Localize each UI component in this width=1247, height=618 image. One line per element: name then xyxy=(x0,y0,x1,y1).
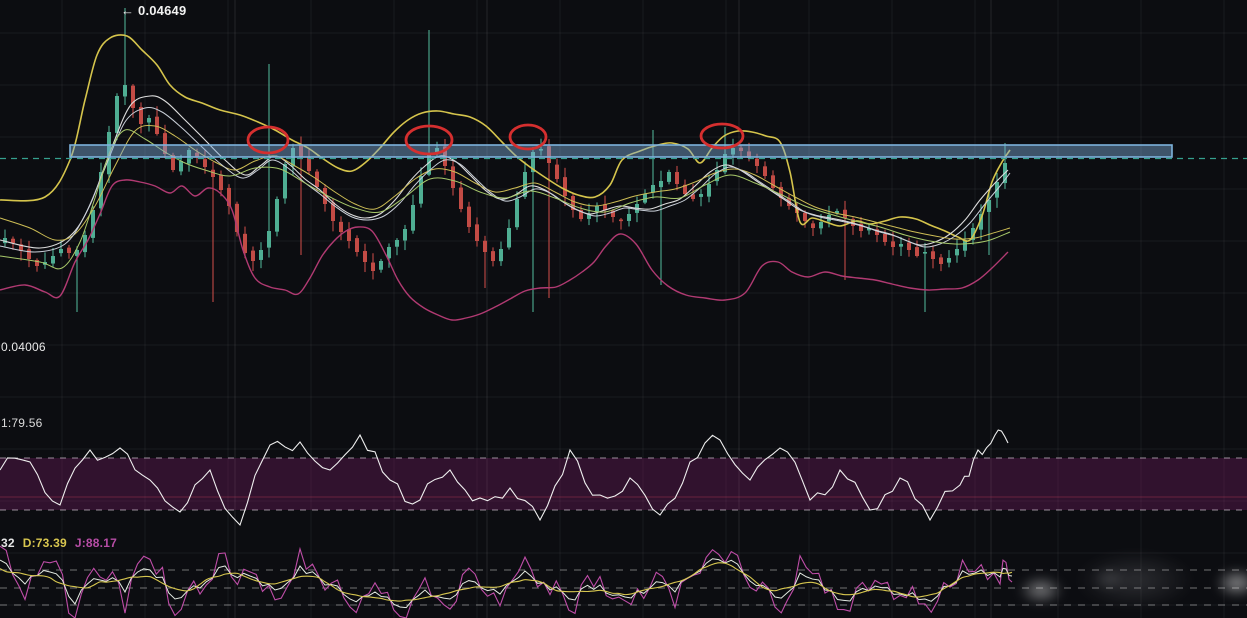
kdj-k-line xyxy=(0,558,1013,609)
grid-lines xyxy=(0,0,1247,618)
overlay-lines xyxy=(0,34,1011,321)
boll-mid-line xyxy=(0,95,1009,249)
ma-pale-line xyxy=(0,106,1011,253)
kdj-k-value: 32 xyxy=(1,536,15,550)
trading-chart-screenshot: ← 0.04649 0.04006 1:79.56 32 D:73.39 J:88.… xyxy=(0,0,1247,618)
kdj-value-labels: 32 D:73.39 J:88.17 xyxy=(1,536,125,550)
rsi-value-label: 1:79.56 xyxy=(1,416,43,430)
price-callout-label: ← 0.04649 xyxy=(121,3,187,18)
kdj-lines xyxy=(0,545,1013,618)
chart-canvas[interactable] xyxy=(0,0,1247,618)
drawing-annotations[interactable] xyxy=(0,122,1247,160)
price-level-label: 0.04006 xyxy=(1,340,46,354)
candles-layer xyxy=(3,8,1007,312)
kdj-d-value: D:73.39 xyxy=(22,536,67,550)
kdj-j-value: J:88.17 xyxy=(74,536,117,550)
kdj-j-line xyxy=(0,545,1013,618)
kdj-d-line xyxy=(0,562,1013,602)
resistance-zone-rectangle[interactable] xyxy=(69,144,1173,158)
boll-upper-line xyxy=(0,34,1011,243)
rsi-panel xyxy=(0,429,1247,527)
